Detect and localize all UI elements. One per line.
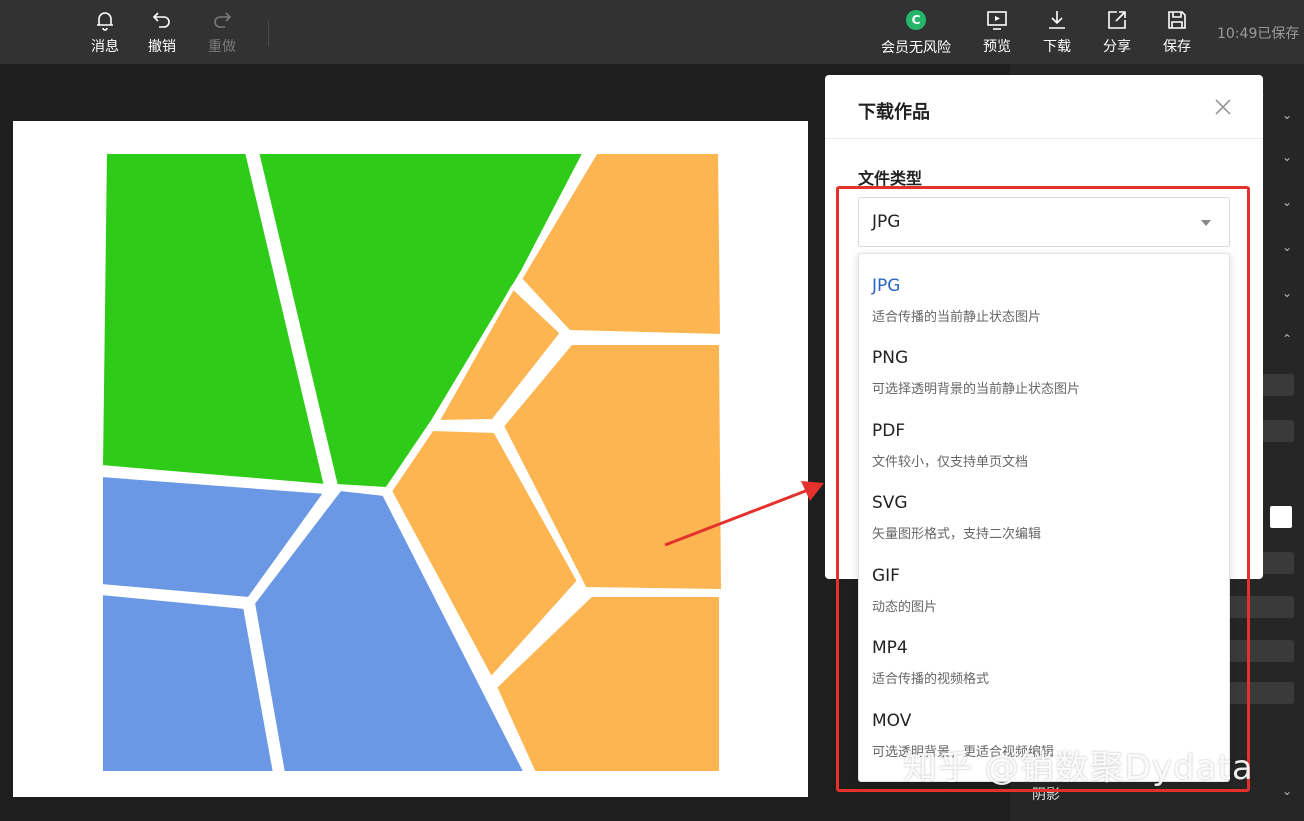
chevron-down-icon[interactable]: ⌄ [1282,195,1292,209]
vip-badge-icon: C [906,10,926,30]
option-desc: 适合传播的当前静止状态图片 [872,310,1042,325]
option-png[interactable]: PNG 可选择透明背景的当前静止状态图片 [859,326,1229,398]
dialog-divider [825,138,1263,139]
messages-button[interactable]: 消息 [77,6,133,60]
chevron-up-icon[interactable]: ⌃ [1282,332,1292,346]
option-name: PDF [872,421,906,441]
watermark: 知乎 @销数聚Dydata [903,748,1254,788]
redo-icon [214,12,232,28]
option-name: PNG [872,348,909,368]
save-icon [1168,11,1186,29]
option-jpg[interactable]: JPG 适合传播的当前静止状态图片 [859,254,1229,326]
undo-button[interactable]: 撤销 [134,6,190,60]
vip-button[interactable]: C 会员无风险 [876,6,956,60]
file-type-selected-value: JPG [872,212,901,232]
option-svg[interactable]: SVG 矢量图形格式，支持二次编辑 [859,471,1229,543]
chevron-down-icon[interactable]: ⌄ [1282,784,1292,798]
option-desc: 文件较小，仅支持单页文档 [872,455,1029,470]
design-canvas[interactable] [13,121,808,797]
download-button[interactable]: 下载 [1029,6,1085,60]
voronoi-treemap[interactable] [13,121,808,797]
share-label: 分享 [1103,39,1131,55]
option-mp4[interactable]: MP4 适合传播的视频格式 [859,616,1229,688]
redo-button[interactable]: 重做 [194,6,250,60]
share-button[interactable]: 分享 [1089,6,1145,60]
option-desc: 可选择透明背景的当前静止状态图片 [872,382,1081,397]
saved-status: 10:49已保存 [1217,26,1300,42]
preview-label: 预览 [983,39,1011,55]
file-type-label: 文件类型 [858,169,923,188]
undo-label: 撤销 [148,39,176,55]
option-name: GIF [872,566,900,586]
dialog-title: 下载作品 [858,102,930,123]
save-label: 保存 [1163,39,1191,55]
download-icon [1049,11,1065,29]
download-label: 下载 [1043,39,1071,55]
caret-down-icon [1201,220,1211,226]
option-name: JPG [872,276,901,296]
close-icon[interactable] [1213,97,1233,117]
preview-icon [987,11,1007,30]
messages-label: 消息 [91,39,119,55]
redo-label: 重做 [208,39,236,55]
chevron-down-icon[interactable]: ⌄ [1282,240,1292,254]
bell-icon [97,12,113,31]
option-gif[interactable]: GIF 动态的图片 [859,544,1229,616]
preview-button[interactable]: 预览 [969,6,1025,60]
file-type-dropdown: JPG 适合传播的当前静止状态图片 PNG 可选择透明背景的当前静止状态图片 P… [858,253,1230,782]
option-desc: 适合传播的视频格式 [872,672,990,687]
option-desc: 矢量图形格式，支持二次编辑 [872,527,1042,542]
option-pdf[interactable]: PDF 文件较小，仅支持单页文档 [859,399,1229,471]
toolbar-divider [268,20,269,46]
voronoi-cell-blue [99,591,277,775]
option-name: SVG [872,493,908,513]
chevron-down-icon[interactable]: ⌄ [1282,108,1292,122]
vip-label: 会员无风险 [881,40,951,56]
option-name: MOV [872,711,912,731]
chevron-down-icon[interactable]: ⌄ [1282,150,1292,164]
top-toolbar: 消息 撤销 重做 C 会员无风险 预览 下载 分享 保存 10:49已保存 [0,0,1304,64]
file-type-select[interactable]: JPG [858,197,1230,247]
option-desc: 动态的图片 [872,600,938,615]
color-swatch[interactable] [1270,506,1292,528]
chevron-down-icon[interactable]: ⌄ [1282,286,1292,300]
undo-icon [152,12,170,28]
option-name: MP4 [872,638,908,658]
save-button[interactable]: 保存 [1149,6,1205,60]
share-icon [1108,11,1126,29]
